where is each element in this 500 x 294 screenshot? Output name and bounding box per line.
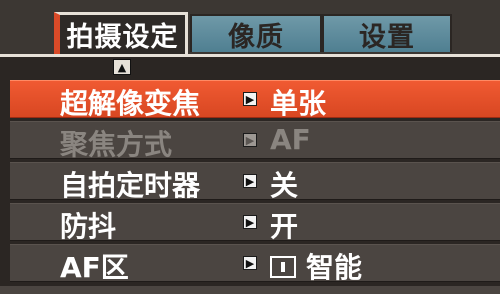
camera-menu-screen: 拍摄设定 像质 设置 ▲ 超解像变焦 ▶ 单张 聚焦方式 ▶ AF 自拍定时器 … xyxy=(0,0,500,294)
menu-row-stabilization[interactable]: 防抖 ▶ 开 xyxy=(10,203,500,243)
tab-image-quality[interactable]: 像质 xyxy=(190,14,322,53)
chevron-right-icon: ▶ xyxy=(243,174,257,188)
menu-row-value: AF xyxy=(270,123,311,156)
menu-row-super-resolution-zoom[interactable]: 超解像变焦 ▶ 单张 xyxy=(10,80,500,120)
menu-row-label: 防抖 xyxy=(60,210,117,243)
tab-bar: 拍摄设定 像质 设置 xyxy=(0,0,500,56)
menu-row-label: 聚焦方式 xyxy=(60,128,173,161)
menu-row-af-area[interactable]: AF区 ▶ 智能 xyxy=(10,244,500,284)
settings-menu: 超解像变焦 ▶ 单张 聚焦方式 ▶ AF 自拍定时器 ▶ 关 防抖 ▶ 开 AF… xyxy=(10,80,500,285)
menu-row-label: 自拍定时器 xyxy=(60,169,201,202)
menu-row-value: 智能 xyxy=(270,246,362,286)
menu-row-label: 超解像变焦 xyxy=(60,87,201,120)
next-menu-row-partial xyxy=(0,286,500,294)
af-frame-icon xyxy=(270,256,296,278)
tab-shooting-settings[interactable]: 拍摄设定 xyxy=(54,12,188,54)
chevron-right-icon: ▶ xyxy=(243,92,257,106)
chevron-right-icon: ▶ xyxy=(243,256,257,270)
chevron-right-icon: ▶ xyxy=(243,133,257,147)
menu-row-self-timer[interactable]: 自拍定时器 ▶ 关 xyxy=(10,162,500,202)
menu-row-value: 关 xyxy=(270,169,299,202)
menu-row-value: 开 xyxy=(270,210,299,243)
chevron-right-icon: ▶ xyxy=(243,215,257,229)
af-area-value-text: 智能 xyxy=(306,251,363,284)
menu-row-value: 单张 xyxy=(270,87,327,120)
tab-setup[interactable]: 设置 xyxy=(322,14,452,53)
menu-row-label: AF区 xyxy=(60,251,129,284)
chevron-up-icon[interactable]: ▲ xyxy=(113,59,131,75)
menu-row-focus-mode[interactable]: 聚焦方式 ▶ AF xyxy=(10,121,500,161)
